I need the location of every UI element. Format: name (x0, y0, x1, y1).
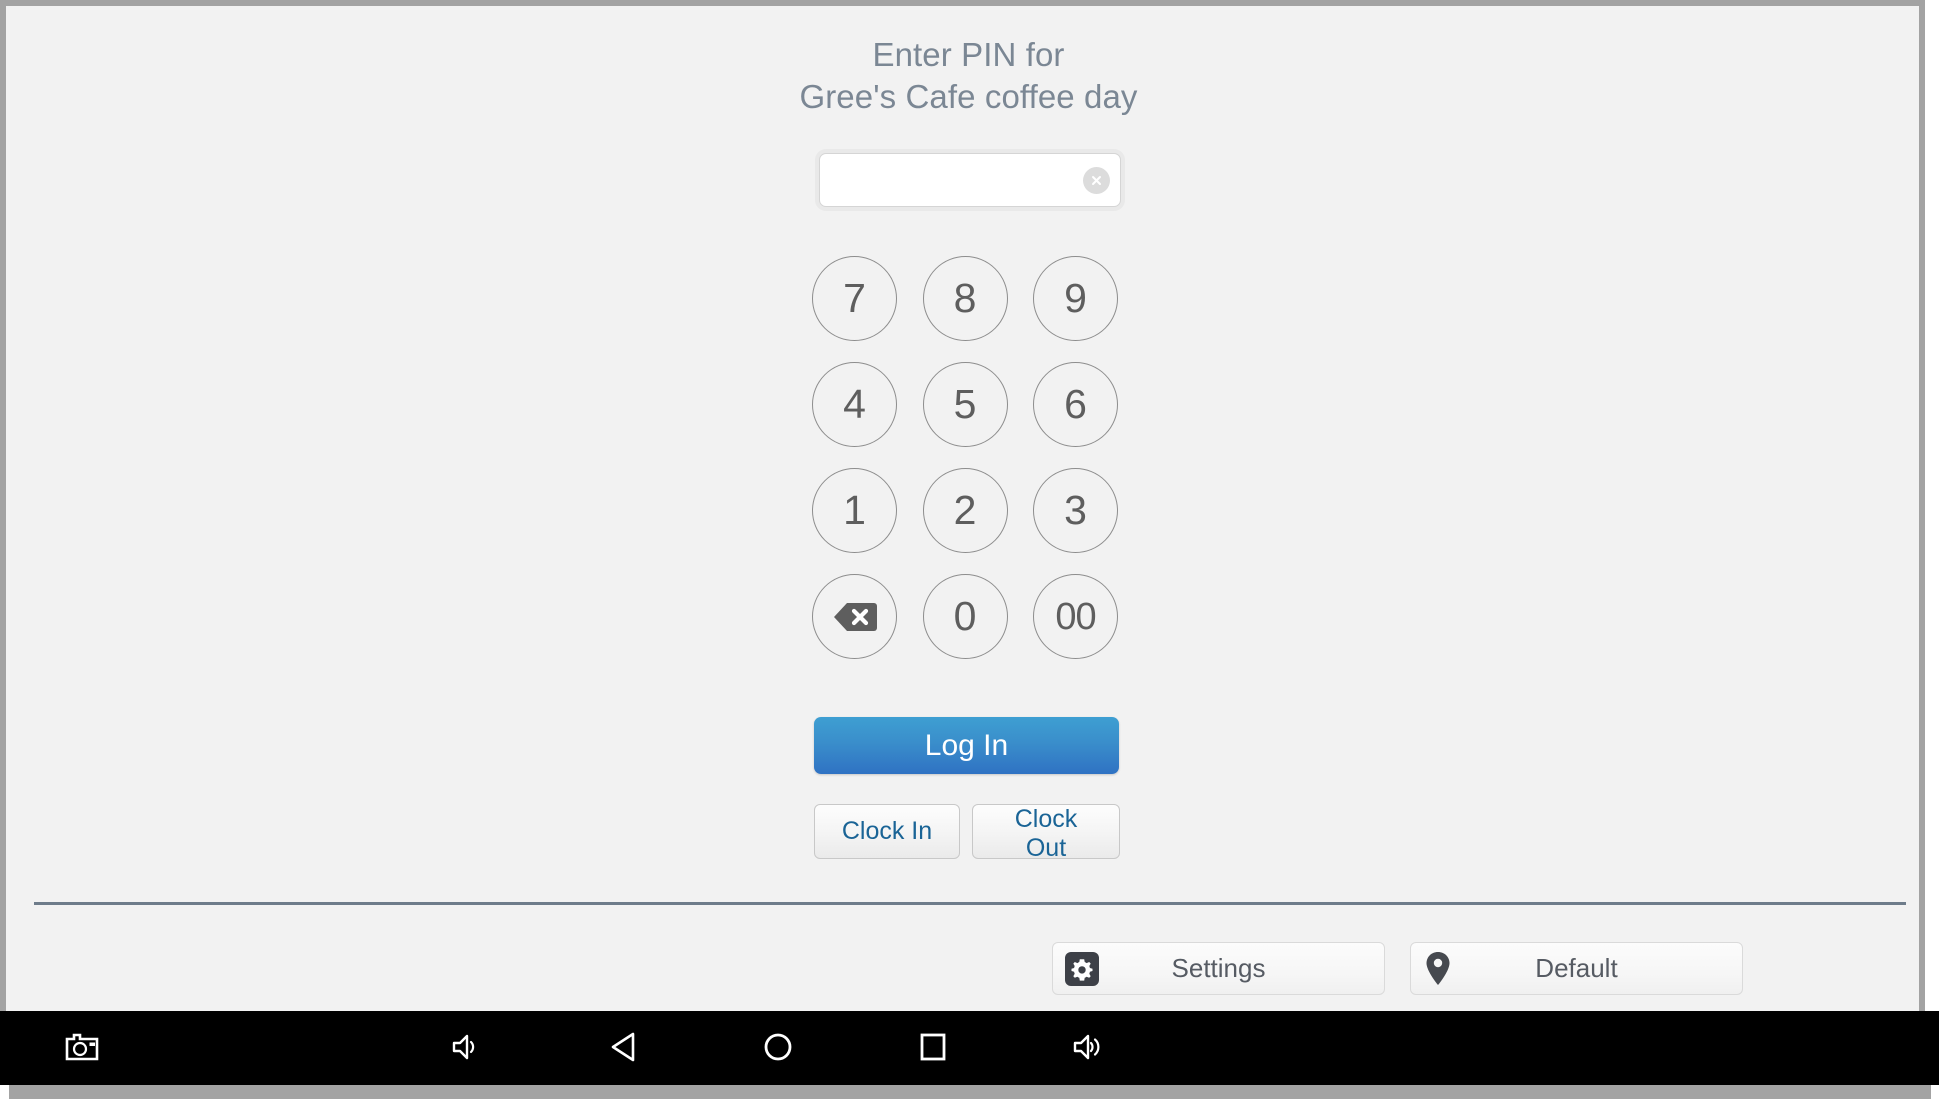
keypad-row: 1 2 3 (812, 468, 1118, 553)
keypad-row: 4 5 6 (812, 362, 1118, 447)
clock-in-button[interactable]: Clock In (814, 804, 960, 859)
gear-icon (1065, 951, 1099, 986)
nav-screenshot-button[interactable] (42, 1011, 122, 1085)
key-2[interactable]: 2 (922, 468, 1008, 553)
clear-circle-x-icon[interactable] (1083, 167, 1110, 194)
title-line-2: Gree's Cafe coffee day (799, 78, 1138, 115)
key-backspace[interactable] (812, 574, 897, 659)
key-4[interactable]: 4 (812, 362, 897, 447)
key-6[interactable]: 6 (1033, 362, 1118, 447)
backspace-icon (833, 601, 877, 633)
pin-input-container[interactable] (819, 153, 1121, 207)
recents-square-icon (918, 1032, 948, 1065)
pin-login-panel: Enter PIN for Gree's Cafe coffee day 7 8… (6, 6, 1919, 1011)
location-button[interactable]: Default (1410, 942, 1743, 995)
location-button-label: Default (1535, 953, 1618, 983)
footer-divider (34, 902, 1906, 905)
nav-volume-up-button[interactable] (1049, 1011, 1129, 1085)
camera-icon (65, 1032, 99, 1065)
android-nav-bar (0, 1011, 1939, 1085)
nav-home-button[interactable] (738, 1011, 818, 1085)
key-0[interactable]: 0 (922, 574, 1008, 659)
settings-button-label: Settings (1171, 953, 1266, 983)
key-00[interactable]: 00 (1033, 574, 1118, 659)
keypad-row: 0 00 (812, 574, 1118, 659)
nav-recents-button[interactable] (893, 1011, 973, 1085)
nav-volume-down-button[interactable] (427, 1011, 507, 1085)
key-3[interactable]: 3 (1033, 468, 1118, 553)
device-screen: Enter PIN for Gree's Cafe coffee day 7 8… (0, 0, 1939, 1099)
pin-input[interactable] (820, 154, 1078, 206)
app-window: Enter PIN for Gree's Cafe coffee day 7 8… (0, 0, 1925, 1011)
map-pin-icon (1423, 951, 1453, 987)
back-triangle-icon (610, 1031, 640, 1066)
login-button[interactable]: Log In (814, 717, 1119, 774)
volume-up-icon (1071, 1032, 1107, 1065)
title-line-1: Enter PIN for (872, 36, 1065, 73)
page-title: Enter PIN for Gree's Cafe coffee day (6, 34, 1931, 118)
pin-keypad: 7 8 9 4 5 6 1 2 3 0 00 (812, 256, 1132, 680)
key-1[interactable]: 1 (812, 468, 897, 553)
key-5[interactable]: 5 (922, 362, 1008, 447)
key-9[interactable]: 9 (1033, 256, 1118, 341)
home-circle-icon (762, 1031, 794, 1066)
clock-out-button[interactable]: Clock Out (972, 804, 1120, 862)
nav-back-button[interactable] (585, 1011, 665, 1085)
settings-button[interactable]: Settings (1052, 942, 1385, 995)
keypad-row: 7 8 9 (812, 256, 1118, 341)
footer-button-group: Settings Default (1052, 942, 1743, 995)
device-bottom-bezel (9, 1085, 1931, 1099)
clock-button-group: Clock In Clock Out (814, 804, 1120, 862)
key-7[interactable]: 7 (812, 256, 897, 341)
key-8[interactable]: 8 (922, 256, 1008, 341)
volume-down-icon (450, 1032, 484, 1065)
